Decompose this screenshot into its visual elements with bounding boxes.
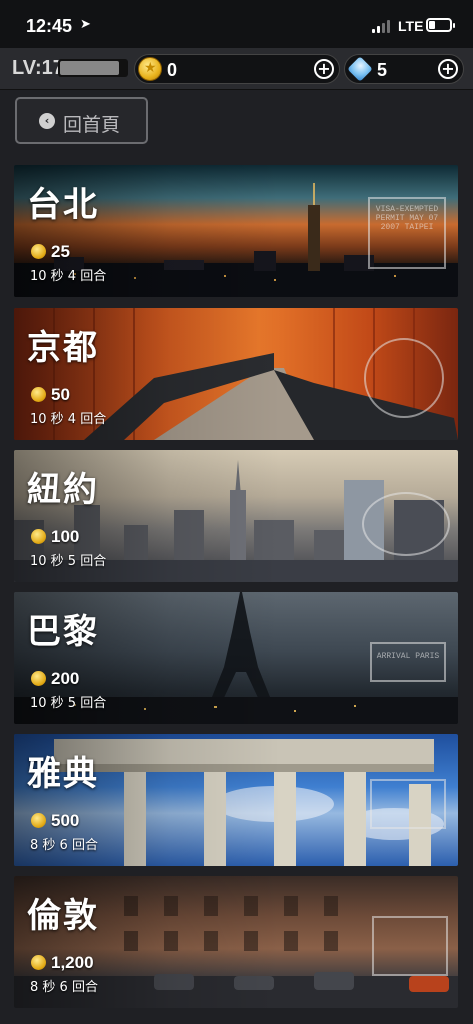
passport-stamp	[362, 492, 450, 556]
city-card-london[interactable]: 倫敦 1,200 8 秒 6 回合	[14, 876, 458, 1008]
passport-stamp	[364, 338, 444, 418]
city-name: 雅典	[27, 754, 99, 794]
coin-icon	[31, 813, 46, 828]
city-name: 巴黎	[27, 612, 99, 652]
back-home-label: 回首頁	[63, 114, 121, 136]
coin-icon	[138, 57, 162, 81]
coin-icon	[31, 387, 46, 402]
round-rule: 10 秒 5 回合	[30, 696, 107, 711]
city-name: 倫敦	[27, 896, 99, 936]
chevron-left-circle-icon: ‹	[39, 113, 55, 129]
city-name: 紐約	[27, 470, 99, 510]
xp-progress-bar	[58, 59, 128, 77]
gem-amount: 5	[377, 60, 388, 80]
city-card-paris[interactable]: ARRIVAL PARIS 巴黎 200 10 秒 5 回合	[14, 592, 458, 724]
gem-balance: 5 +	[344, 54, 464, 84]
location-arrow-icon: ➤	[80, 17, 91, 32]
coin-icon	[31, 529, 46, 544]
battery-icon	[426, 18, 455, 32]
passport-stamp: ARRIVAL PARIS	[370, 642, 446, 682]
status-time: 12:45	[26, 16, 73, 36]
network-label: LTE	[398, 18, 424, 34]
coin-balance: 0 +	[134, 54, 340, 84]
round-rule: 10 秒 5 回合	[30, 554, 107, 569]
city-name: 台北	[27, 185, 99, 225]
round-rule: 8 秒 6 回合	[30, 980, 98, 995]
round-rule: 10 秒 4 回合	[30, 412, 107, 427]
city-name: 京都	[27, 328, 99, 368]
passport-stamp: VISA-EXEMPTED PERMIT MAY 07 2007 TAIPEI	[368, 197, 446, 269]
round-rule: 10 秒 4 回合	[30, 269, 107, 284]
coin-icon	[31, 671, 46, 686]
passport-stamp	[370, 779, 446, 829]
diamond-icon	[347, 56, 373, 82]
coin-icon	[31, 244, 46, 259]
top-bar: LV:17 0 + 5 +	[0, 48, 473, 90]
round-rule: 8 秒 6 回合	[30, 838, 98, 853]
coin-amount: 0	[167, 60, 178, 80]
signal-icon	[372, 20, 392, 33]
city-card-kyoto[interactable]: 京都 50 10 秒 4 回合	[14, 308, 458, 440]
passport-stamp	[372, 916, 448, 976]
add-coins-button[interactable]: +	[314, 59, 334, 79]
city-card-athens[interactable]: 雅典 500 8 秒 6 回合	[14, 734, 458, 866]
coin-icon	[31, 955, 46, 970]
back-home-button[interactable]: ‹ 回首頁	[15, 97, 148, 144]
city-card-new-york[interactable]: 紐約 100 10 秒 5 回合	[14, 450, 458, 582]
level-label: LV:17	[12, 57, 64, 79]
add-gems-button[interactable]: +	[438, 59, 458, 79]
city-card-taipei[interactable]: VISA-EXEMPTED PERMIT MAY 07 2007 TAIPEI …	[14, 165, 458, 297]
status-bar: 12:45 ➤ LTE	[0, 0, 473, 48]
